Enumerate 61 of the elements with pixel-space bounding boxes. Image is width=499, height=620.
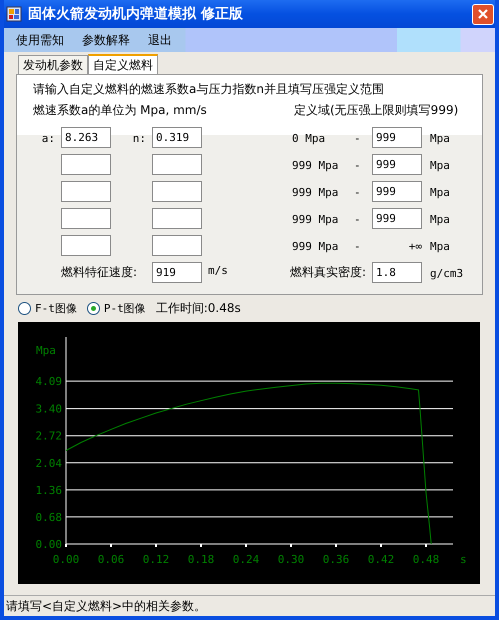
menu-item[interactable]: 使用需知 xyxy=(16,32,64,48)
instruction-text: 请输入自定义燃料的燃速系数a与压力指数n并且填写压强定义范围 xyxy=(33,81,385,98)
input-field[interactable]: 8.263 xyxy=(61,127,111,148)
tick-label: 0.12 xyxy=(142,553,170,566)
tick-label: 0.48 xyxy=(412,553,440,566)
tick-label: 0.00 xyxy=(52,553,80,566)
tick-label: 0.36 xyxy=(322,553,350,566)
range-dash: - xyxy=(354,212,361,226)
tick-label: 3.40 xyxy=(36,402,62,416)
range-dash: - xyxy=(354,158,361,172)
range-lower: 0 Mpa xyxy=(292,132,326,144)
input-field[interactable]: 999 xyxy=(372,208,422,229)
unit-note: 燃速系数a的单位为 Mpa, mm/s xyxy=(33,102,208,119)
unit-label: Mpa xyxy=(430,240,450,252)
input-field[interactable]: 999 xyxy=(372,127,422,148)
range-dash: - xyxy=(354,240,361,252)
range-lower: 999 Mpa xyxy=(292,212,338,226)
work-time: 工作时间:0.48s xyxy=(156,300,241,316)
field-label: a: xyxy=(42,132,55,144)
axis-label: Mpa xyxy=(36,344,56,357)
range-lower: 999 Mpa xyxy=(292,186,338,198)
tick-label: 2.72 xyxy=(36,430,62,443)
tick-label: 0.42 xyxy=(368,553,394,566)
axis-label: s xyxy=(460,553,467,566)
radio-option[interactable]: P-t图像 xyxy=(86,300,146,316)
tick-label: 4.09 xyxy=(36,375,62,388)
tab[interactable]: 发动机参数 xyxy=(18,55,88,74)
tick-label: 0.30 xyxy=(278,553,304,566)
domain-heading: 定义域(无压强上限则填写999) xyxy=(294,102,458,119)
unit-label: Mpa xyxy=(430,158,450,172)
range-dash: - xyxy=(354,132,361,144)
range-lower: 999 Mpa xyxy=(292,240,338,252)
field-label: 燃料真实密度: xyxy=(290,264,366,281)
input-field[interactable]: 1.8 xyxy=(372,262,422,283)
unit-label: g/cm3 xyxy=(430,266,464,280)
status-text: 请填写<自定义燃料>中的相关参数。 xyxy=(6,598,206,614)
tick-label: 2.04 xyxy=(36,456,62,470)
tick-label: 0.06 xyxy=(98,553,124,566)
menu-item[interactable]: 参数解释 xyxy=(82,32,130,48)
field-label: 燃料特征速度: xyxy=(61,265,138,279)
input-field[interactable]: 999 xyxy=(372,154,422,175)
tick-label: 0.00 xyxy=(36,538,62,551)
unit-label: Mpa xyxy=(430,212,450,226)
input-field[interactable]: 0.319 xyxy=(152,127,202,148)
input-field[interactable]: 919 xyxy=(152,262,202,283)
tick-label: 1.36 xyxy=(36,484,62,497)
radio-option[interactable]: F-t图像 xyxy=(18,300,77,316)
unit-label: Mpa xyxy=(430,186,450,198)
tick-label: 0.18 xyxy=(188,553,214,566)
input-field[interactable]: 999 xyxy=(372,181,422,202)
field-label: n: xyxy=(132,132,146,144)
tick-label: 0.68 xyxy=(36,510,62,524)
range-dash: - xyxy=(354,186,361,198)
menu-item[interactable]: 退出 xyxy=(148,32,172,48)
tick-label: 0.24 xyxy=(232,553,260,566)
window-title: 固体火箭发动机内弹道模拟 修正版 xyxy=(28,5,244,23)
range-lower: 999 Mpa xyxy=(292,158,338,172)
unit-label: m/s xyxy=(208,264,228,279)
tab[interactable]: 自定义燃料 xyxy=(88,54,158,75)
range-upper: +∞ xyxy=(408,240,422,252)
unit-label: Mpa xyxy=(430,132,450,144)
